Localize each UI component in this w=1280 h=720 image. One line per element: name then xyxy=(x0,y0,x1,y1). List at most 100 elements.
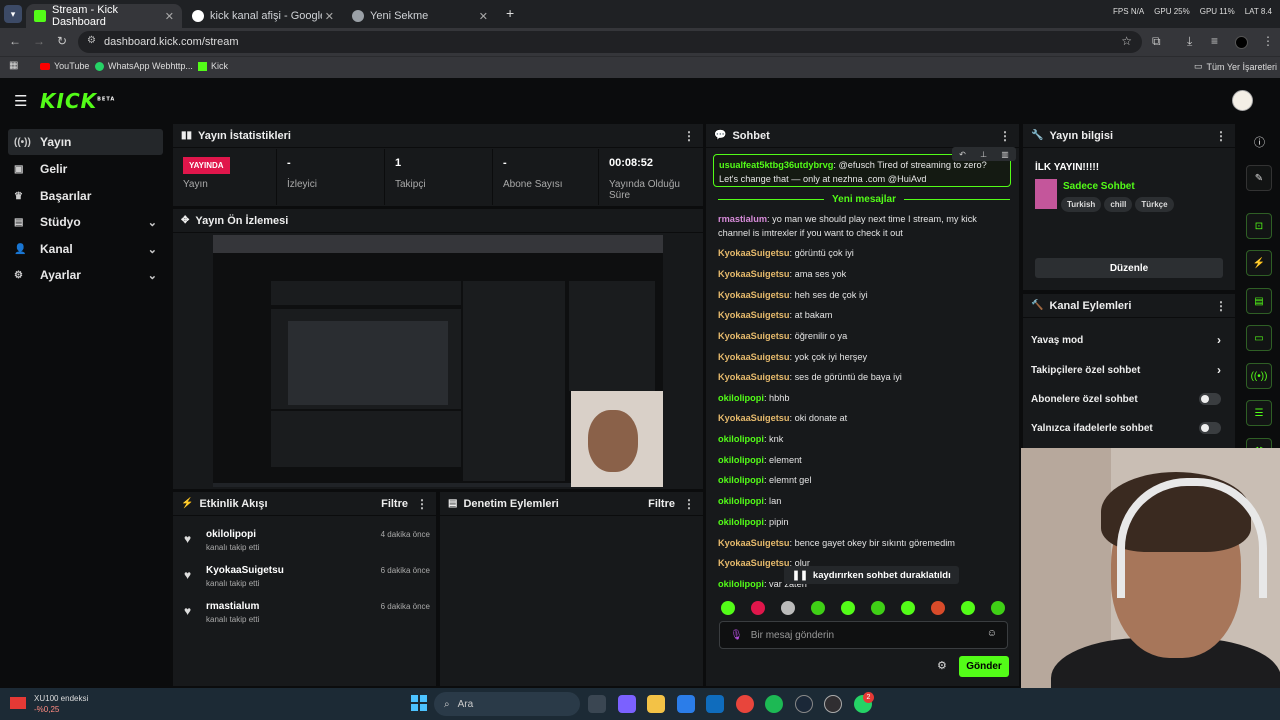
emote-icon[interactable] xyxy=(781,601,795,615)
nav-kanal[interactable]: 👤 Kanal ⌄ xyxy=(8,236,163,262)
chat-username[interactable]: okilolipopi xyxy=(718,475,764,485)
layers-icon[interactable]: ☰ xyxy=(1246,400,1272,426)
nav-studyo[interactable]: ▤ Stüdyo ⌄ xyxy=(8,209,163,235)
back-arrow-icon[interactable]: ← xyxy=(9,34,21,48)
menu-dots-icon[interactable]: ⋮ xyxy=(999,129,1011,143)
star-icon[interactable]: ☆ xyxy=(1121,34,1132,48)
taskbar-search[interactable]: ⌕ Ara xyxy=(434,692,580,716)
menu-dots-icon[interactable]: ⋮ xyxy=(683,497,695,511)
reload-icon[interactable]: ↻ xyxy=(57,34,67,48)
outlook-icon[interactable] xyxy=(706,695,724,713)
tab-new-tab[interactable]: Yeni Sekme ✕ xyxy=(344,4,496,28)
site-info-icon[interactable]: ⚙ xyxy=(87,35,96,46)
send-button[interactable]: Gönder xyxy=(959,656,1009,677)
chat-input[interactable]: 🎙 Bir mesaj gönderin ☺ xyxy=(719,621,1008,649)
chat-username[interactable]: okilolipopi xyxy=(718,517,764,527)
all-bookmarks[interactable]: ▭ Tüm Yer İşaretleri xyxy=(1194,61,1277,72)
lightning-icon[interactable]: ⚡ xyxy=(1246,250,1272,276)
stock-widget[interactable]: XU100 endeksi -%0,25 xyxy=(10,693,88,715)
emote-only-toggle[interactable] xyxy=(1199,422,1221,434)
file-explorer-icon[interactable] xyxy=(647,695,665,713)
chat-username[interactable]: KyokaaSuigetsu xyxy=(718,248,789,258)
chat-username[interactable]: KyokaaSuigetsu xyxy=(718,558,789,568)
chat-username[interactable]: KyokaaSuigetsu xyxy=(718,269,789,279)
tab-google-search[interactable]: kick kanal afişi - Google'da Ara ✕ xyxy=(184,4,342,28)
chat-username[interactable]: KyokaaSuigetsu xyxy=(718,372,789,382)
emote-icon[interactable] xyxy=(721,601,735,615)
emote-icon[interactable] xyxy=(901,601,915,615)
extensions-icon[interactable]: ⧉ xyxy=(1152,34,1161,49)
emote-icon[interactable] xyxy=(961,601,975,615)
emote-icon[interactable] xyxy=(991,601,1005,615)
bookmark-kick[interactable]: Kick xyxy=(198,61,228,71)
close-icon[interactable]: ✕ xyxy=(325,10,334,23)
chat-bubble-icon[interactable]: ▭ xyxy=(1246,325,1272,351)
edit-pencil-icon[interactable]: ✎ xyxy=(1246,165,1272,191)
chat-username[interactable]: KyokaaSuigetsu xyxy=(718,310,789,320)
menu-dots-icon[interactable]: ⋮ xyxy=(1215,129,1227,143)
tab-search-button[interactable]: ▾ xyxy=(4,5,22,23)
hamburger-menu-icon[interactable]: ☰ xyxy=(14,92,27,110)
bookmark-youtube[interactable]: YouTube xyxy=(40,61,89,71)
address-bar[interactable]: ⚙ dashboard.kick.com/stream ☆ xyxy=(78,31,1142,53)
pin-icon[interactable]: ⊥ xyxy=(980,150,987,159)
stream-preview-video[interactable] xyxy=(213,235,663,487)
filter-button[interactable]: Filtre xyxy=(648,498,675,510)
emote-icon[interactable] xyxy=(751,601,765,615)
obs-icon[interactable] xyxy=(824,695,842,713)
menu-dots-icon[interactable]: ⋮ xyxy=(1215,299,1227,313)
spotify-icon[interactable] xyxy=(765,695,783,713)
close-icon[interactable]: ✕ xyxy=(165,10,174,23)
new-tab-button[interactable]: + xyxy=(506,5,514,21)
chat-username[interactable]: KyokaaSuigetsu xyxy=(718,538,789,548)
chat-paused-banner[interactable]: ❚❚ kaydırırken sohbet duraklatıldı xyxy=(784,566,959,584)
apps-grid-icon[interactable]: ▦ xyxy=(9,60,18,71)
nav-ayarlar[interactable]: ⚙ Ayarlar ⌄ xyxy=(8,262,163,288)
emote-icon[interactable] xyxy=(811,601,825,615)
chat-username[interactable]: okilolipopi xyxy=(718,455,764,465)
chat-username[interactable]: usualfeat5ktbg36utdybrvg xyxy=(719,160,833,170)
info-icon[interactable]: ⓘ xyxy=(1254,134,1265,150)
menu-dots-icon[interactable]: ⋮ xyxy=(1262,34,1274,48)
tab-kick-dashboard[interactable]: Stream - Kick Dashboard ✕ xyxy=(26,4,182,28)
microphone-icon[interactable]: 🎙 xyxy=(730,630,743,641)
chat-settings-gear-icon[interactable]: ⚙ xyxy=(937,659,947,672)
download-icon[interactable]: ⤓ xyxy=(1187,34,1192,49)
forward-arrow-icon[interactable]: → xyxy=(33,34,45,48)
emote-icon[interactable] xyxy=(841,601,855,615)
edit-button[interactable]: Düzenle xyxy=(1035,258,1223,278)
chat-username[interactable]: okilolipopi xyxy=(718,496,764,506)
slow-mode-row[interactable]: Yavaş mod › xyxy=(1031,330,1231,350)
task-view-icon[interactable] xyxy=(588,695,606,713)
layout-icon[interactable]: ⊡ xyxy=(1246,213,1272,239)
chat-username[interactable]: KyokaaSuigetsu xyxy=(718,331,789,341)
emote-icon[interactable] xyxy=(931,601,945,615)
filter-button[interactable]: Filtre xyxy=(381,498,408,510)
store-icon[interactable] xyxy=(677,695,695,713)
followers-only-row[interactable]: Takipçilere özel sohbet › xyxy=(1031,360,1231,380)
chat-username[interactable]: okilolipopi xyxy=(718,579,764,589)
windows-start-icon[interactable] xyxy=(411,695,427,711)
tag-chip[interactable]: Türkçe xyxy=(1135,197,1174,212)
steam-icon[interactable] xyxy=(795,695,813,713)
chat-username[interactable]: okilolipopi xyxy=(718,434,764,444)
chat-username[interactable]: KyokaaSuigetsu xyxy=(718,352,789,362)
emoji-icon[interactable]: ☺ xyxy=(987,628,997,639)
media-icon[interactable]: ≡ xyxy=(1211,34,1218,48)
close-icon[interactable]: ✕ xyxy=(479,10,488,23)
category-name[interactable]: Sadece Sohbet xyxy=(1063,181,1135,192)
nav-basarilar[interactable]: ♛ Başarılar xyxy=(8,183,163,209)
subscribers-only-toggle[interactable] xyxy=(1199,393,1221,405)
emote-icon[interactable] xyxy=(871,601,885,615)
user-avatar[interactable] xyxy=(1232,90,1253,111)
chat-username[interactable]: KyokaaSuigetsu xyxy=(718,290,789,300)
chat-username[interactable]: KyokaaSuigetsu xyxy=(718,413,789,423)
copilot-icon[interactable] xyxy=(618,695,636,713)
document-icon[interactable]: ▤ xyxy=(1246,288,1272,314)
nav-yayin[interactable]: ((•)) Yayın xyxy=(8,129,163,155)
broadcast-icon[interactable]: ((•)) xyxy=(1246,363,1272,389)
profile-avatar[interactable] xyxy=(1235,36,1248,49)
bookmark-whatsapp[interactable]: WhatsApp Webhttp... xyxy=(95,61,193,71)
menu-dots-icon[interactable]: ⋮ xyxy=(416,497,428,511)
menu-dots-icon[interactable]: ⋮ xyxy=(683,129,695,143)
